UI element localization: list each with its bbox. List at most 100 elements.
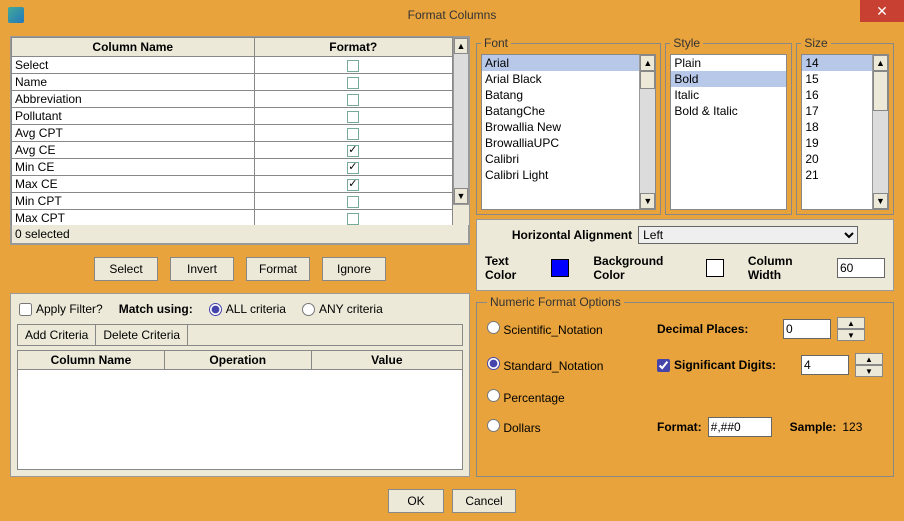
scroll-up-icon[interactable]: ▲	[454, 38, 468, 54]
grid-scrollbar[interactable]: ▲ ▼	[453, 37, 469, 205]
all-criteria-radio[interactable]: ALL criteria	[209, 302, 286, 316]
format-checkbox-cell[interactable]	[254, 159, 452, 176]
column-name-cell[interactable]: Min CPT	[12, 193, 255, 210]
column-name-cell[interactable]: Abbreviation	[12, 91, 255, 108]
checkbox-icon[interactable]	[347, 60, 359, 72]
criteria-table[interactable]: Column Name Operation Value	[17, 350, 463, 370]
column-name-cell[interactable]: Max CE	[12, 176, 255, 193]
scroll-down-icon[interactable]: ▼	[454, 188, 468, 204]
column-name-cell[interactable]: Pollutant	[12, 108, 255, 125]
font-listbox[interactable]: ArialArial BlackBatangBatangCheBrowallia…	[481, 54, 656, 210]
ok-button[interactable]: OK	[388, 489, 444, 513]
criteria-header-value[interactable]: Value	[311, 351, 462, 370]
scroll-up-icon[interactable]: ▲	[640, 55, 655, 71]
select-button[interactable]: Select	[94, 257, 158, 281]
text-color-swatch[interactable]	[551, 259, 569, 277]
format-checkbox-cell[interactable]	[254, 91, 452, 108]
criteria-header-name[interactable]: Column Name	[18, 351, 165, 370]
scrollbar-thumb[interactable]	[873, 71, 888, 111]
standard-radio[interactable]: Standard_Notation	[487, 357, 603, 373]
scientific-radio[interactable]: Scientific_Notation	[487, 321, 603, 337]
table-row[interactable]: Min CE	[12, 159, 453, 176]
table-row[interactable]: Select	[12, 57, 453, 74]
style-listbox[interactable]: PlainBoldItalicBold & Italic	[670, 54, 787, 210]
scroll-up-icon[interactable]: ▲	[873, 55, 888, 71]
format-checkbox-cell[interactable]	[254, 57, 452, 74]
checkbox-icon[interactable]	[347, 94, 359, 106]
any-criteria-radio[interactable]: ANY criteria	[302, 302, 383, 316]
col-header-format[interactable]: Format?	[254, 38, 452, 57]
column-name-cell[interactable]: Min CE	[12, 159, 255, 176]
checkbox-icon[interactable]	[347, 213, 359, 225]
list-item[interactable]: Batang	[482, 87, 655, 103]
size-fieldset: Size 1415161718192021 ▲ ▼	[796, 36, 894, 215]
column-width-input[interactable]	[837, 258, 885, 278]
table-row[interactable]: Max CPT	[12, 210, 453, 226]
dollars-radio[interactable]: Dollars	[487, 419, 541, 435]
column-name-cell[interactable]: Select	[12, 57, 255, 74]
checkbox-icon[interactable]	[347, 77, 359, 89]
scroll-down-icon[interactable]: ▼	[873, 193, 888, 209]
checkbox-icon[interactable]	[347, 128, 359, 140]
add-criteria-button[interactable]: Add Criteria	[18, 325, 96, 345]
checkbox-icon[interactable]	[347, 145, 359, 157]
font-scrollbar[interactable]: ▲ ▼	[639, 55, 655, 209]
list-item[interactable]: Calibri Light	[482, 167, 655, 183]
format-input[interactable]	[708, 417, 772, 437]
invert-button[interactable]: Invert	[170, 257, 234, 281]
format-checkbox-cell[interactable]	[254, 108, 452, 125]
cancel-button[interactable]: Cancel	[452, 489, 516, 513]
list-item[interactable]: Bold & Italic	[671, 103, 786, 119]
percentage-radio[interactable]: Percentage	[487, 389, 565, 405]
list-item[interactable]: Arial Black	[482, 71, 655, 87]
table-row[interactable]: Avg CE	[12, 142, 453, 159]
decimal-spinner[interactable]: ▲▼	[837, 317, 865, 341]
delete-criteria-button[interactable]: Delete Criteria	[96, 325, 188, 345]
table-row[interactable]: Avg CPT	[12, 125, 453, 142]
bg-color-swatch[interactable]	[706, 259, 724, 277]
list-item[interactable]: Calibri	[482, 151, 655, 167]
apply-filter-checkbox[interactable]: Apply Filter?	[19, 302, 103, 316]
table-row[interactable]: Pollutant	[12, 108, 453, 125]
close-button[interactable]: ✕	[860, 0, 904, 22]
column-name-cell[interactable]: Name	[12, 74, 255, 91]
table-row[interactable]: Min CPT	[12, 193, 453, 210]
format-checkbox-cell[interactable]	[254, 193, 452, 210]
checkbox-icon[interactable]	[347, 196, 359, 208]
table-row[interactable]: Abbreviation	[12, 91, 453, 108]
format-checkbox-cell[interactable]	[254, 74, 452, 91]
sigdig-checkbox[interactable]: Significant Digits:	[657, 358, 795, 372]
format-button[interactable]: Format	[246, 257, 310, 281]
list-item[interactable]: Arial	[482, 55, 655, 71]
size-listbox[interactable]: 1415161718192021 ▲ ▼	[801, 54, 889, 210]
columns-grid[interactable]: Column Name Format? SelectNameAbbreviati…	[11, 37, 469, 225]
scrollbar-thumb[interactable]	[640, 71, 655, 89]
list-item[interactable]: Plain	[671, 55, 786, 71]
column-name-cell[interactable]: Avg CE	[12, 142, 255, 159]
checkbox-icon[interactable]	[347, 179, 359, 191]
column-name-cell[interactable]: Max CPT	[12, 210, 255, 226]
scroll-down-icon[interactable]: ▼	[640, 193, 655, 209]
list-item[interactable]: Browallia New	[482, 119, 655, 135]
format-checkbox-cell[interactable]	[254, 125, 452, 142]
list-item[interactable]: Italic	[671, 87, 786, 103]
checkbox-icon[interactable]	[347, 111, 359, 123]
sigdig-spinner[interactable]: ▲▼	[855, 353, 883, 377]
alignment-select[interactable]: Left	[638, 226, 858, 244]
ignore-button[interactable]: Ignore	[322, 257, 386, 281]
list-item[interactable]: BatangChe	[482, 103, 655, 119]
checkbox-icon[interactable]	[347, 162, 359, 174]
table-row[interactable]: Name	[12, 74, 453, 91]
format-checkbox-cell[interactable]	[254, 176, 452, 193]
sigdig-input[interactable]	[801, 355, 849, 375]
decimal-places-input[interactable]	[783, 319, 831, 339]
size-scrollbar[interactable]: ▲ ▼	[872, 55, 888, 209]
format-checkbox-cell[interactable]	[254, 142, 452, 159]
criteria-header-op[interactable]: Operation	[164, 351, 311, 370]
column-name-cell[interactable]: Avg CPT	[12, 125, 255, 142]
list-item[interactable]: Bold	[671, 71, 786, 87]
format-checkbox-cell[interactable]	[254, 210, 452, 226]
list-item[interactable]: BrowalliaUPC	[482, 135, 655, 151]
col-header-name[interactable]: Column Name	[12, 38, 255, 57]
table-row[interactable]: Max CE	[12, 176, 453, 193]
